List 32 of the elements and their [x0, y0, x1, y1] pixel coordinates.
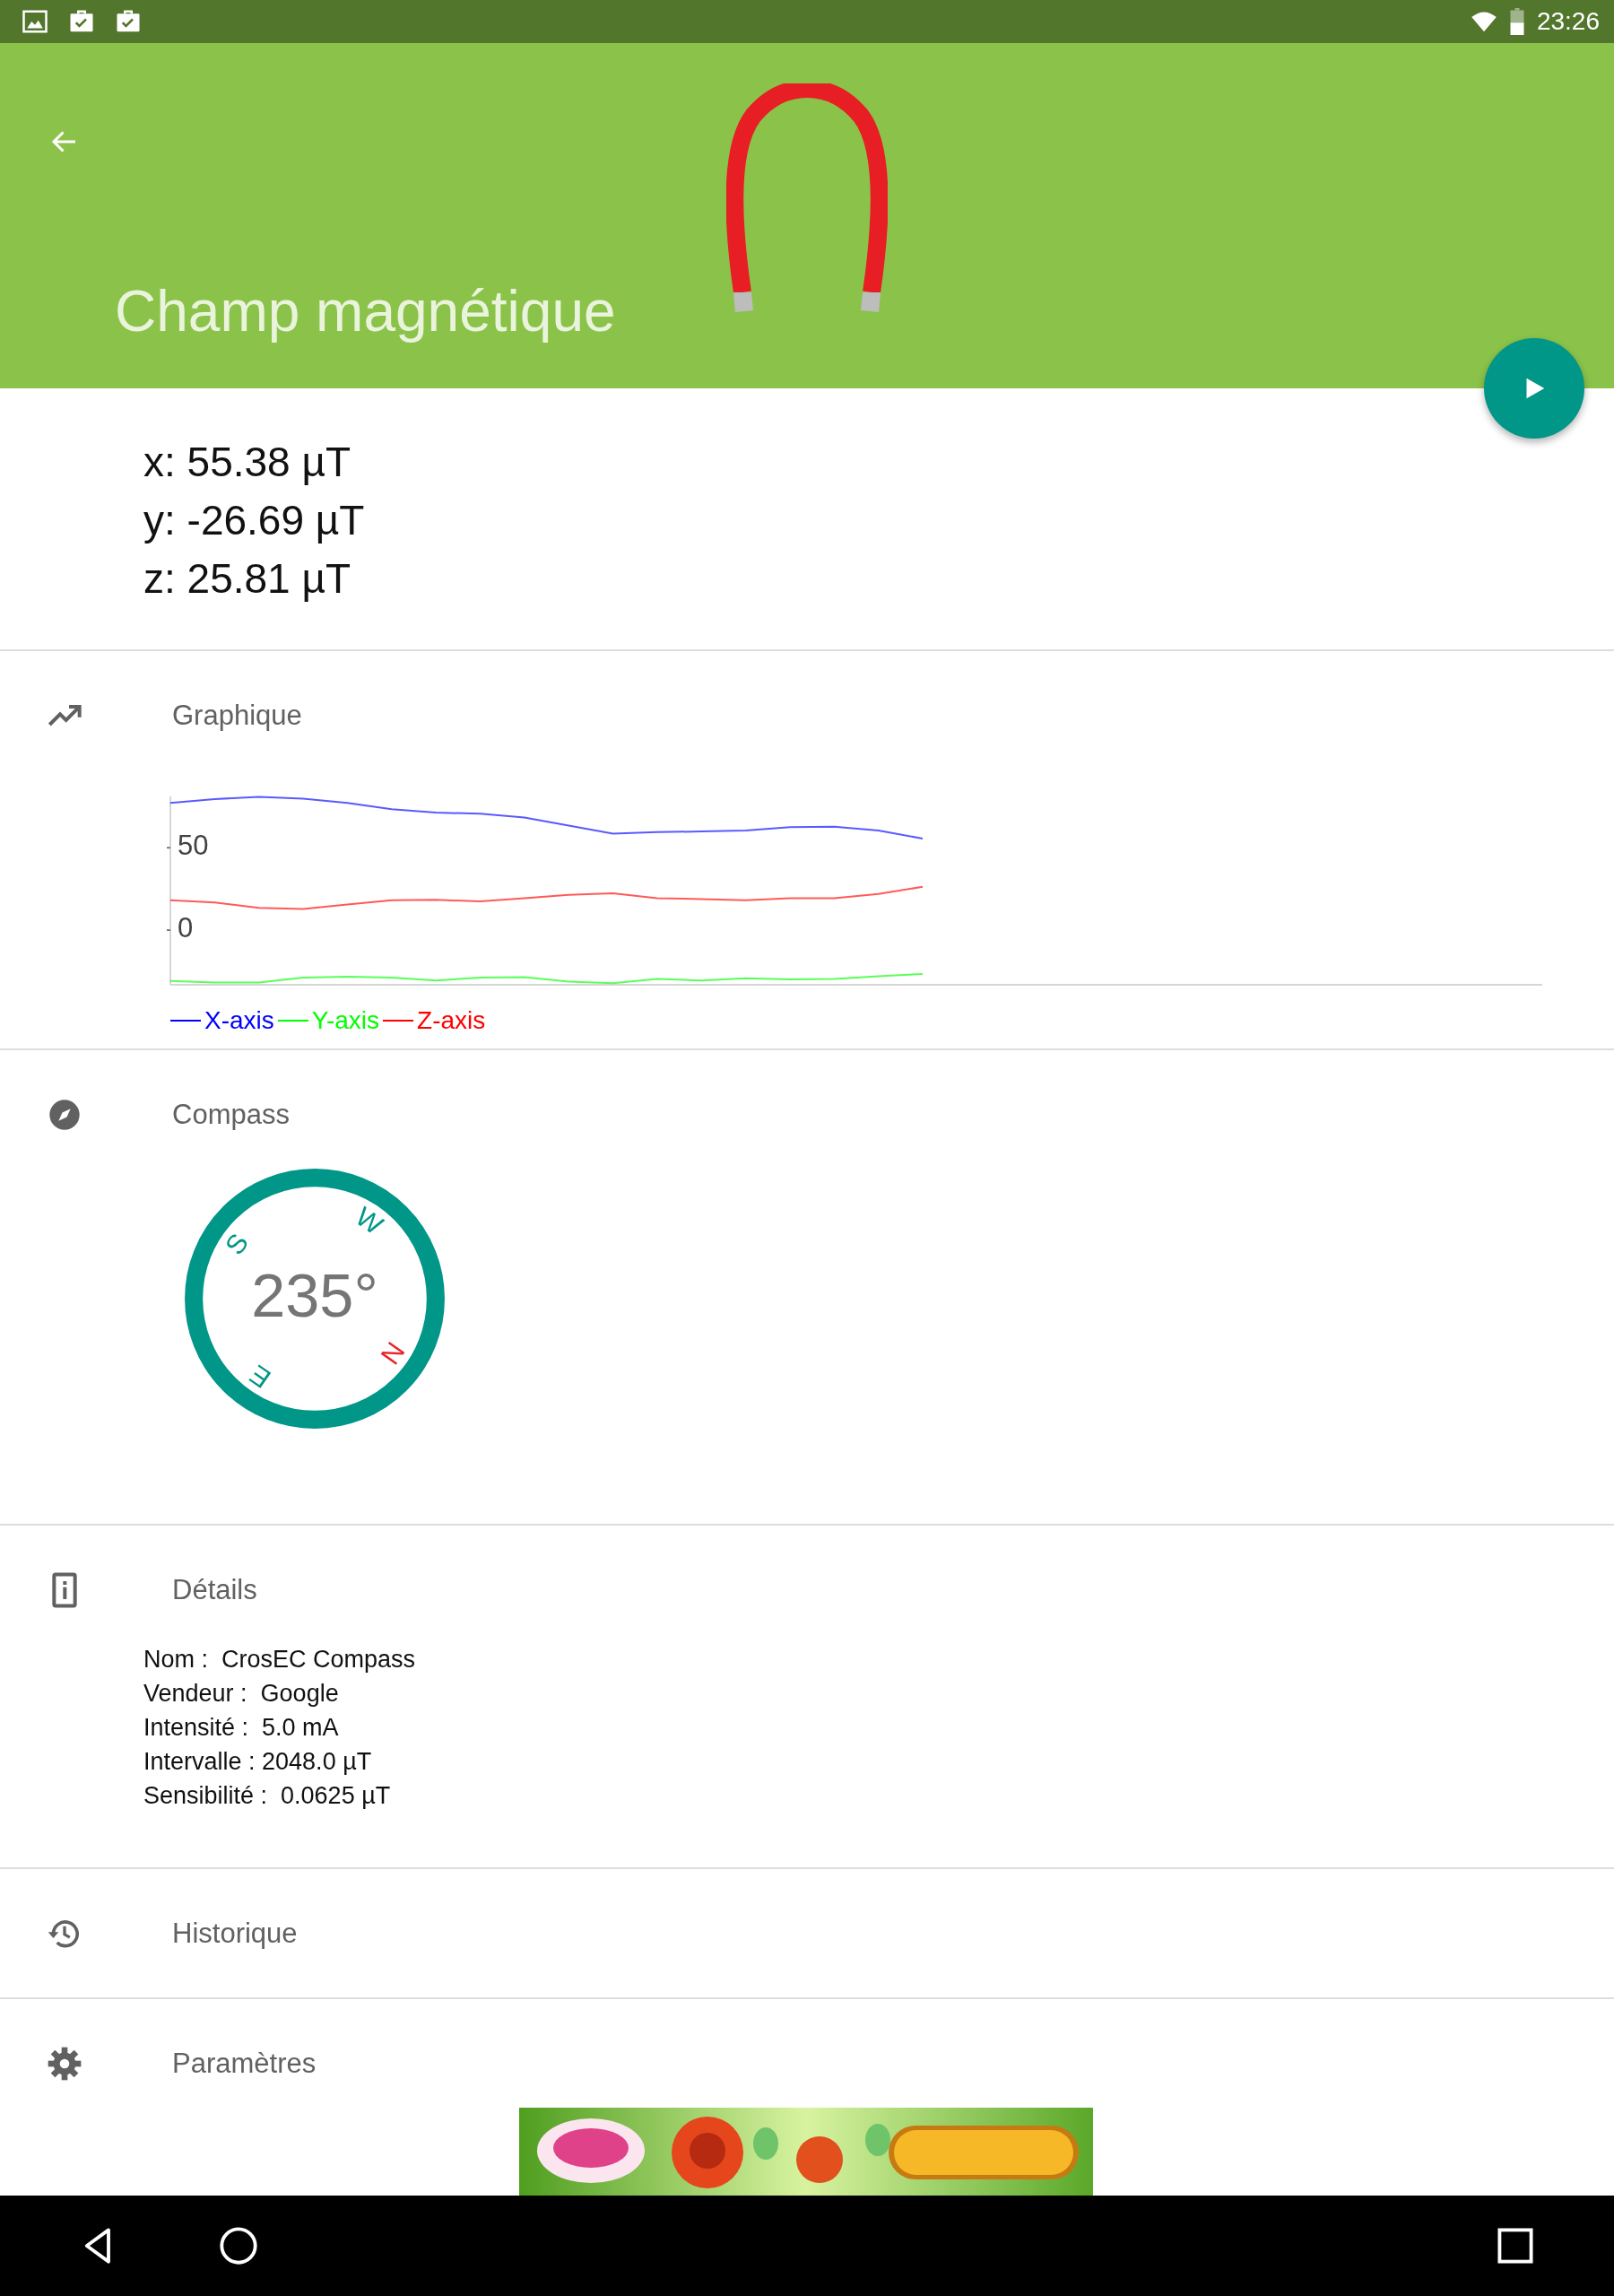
legend-label: Y-axis: [311, 1006, 380, 1035]
field-reading: x: 55.38 µT: [143, 438, 352, 487]
square-icon[interactable]: [1496, 2226, 1535, 2266]
y-tick-label: 50: [178, 830, 209, 862]
section-title: Graphique: [172, 700, 302, 732]
clock-time: 23:26: [1536, 7, 1600, 36]
section-title[interactable]: Paramètres: [172, 2048, 317, 2080]
image-icon: [22, 8, 48, 35]
detail-line: Intervalle : 2048.0 µT: [143, 1747, 373, 1777]
detail-line: Vendeur : Google: [143, 1679, 340, 1709]
heading-value: 235°: [251, 1261, 378, 1331]
direction-letter: S: [219, 1228, 255, 1260]
home-circle-icon[interactable]: [219, 2226, 258, 2266]
detail-line: Intensité : 5.0 mA: [143, 1713, 340, 1743]
play-button[interactable]: [1484, 338, 1584, 439]
legend-label: X-axis: [204, 1006, 274, 1035]
y-tick-label: 0: [178, 912, 194, 944]
direction-letter: N: [375, 1336, 411, 1370]
section-title[interactable]: Historique: [172, 1918, 298, 1950]
battery-icon: [1509, 8, 1524, 35]
page-title: Champ magnétique: [115, 278, 616, 344]
detail-line: Nom : CrosEC Compass: [143, 1645, 417, 1674]
field-reading: y: -26.69 µT: [143, 496, 366, 545]
compass-icon: [47, 1097, 82, 1133]
field-reading: z: 25.81 µT: [143, 554, 352, 604]
section-title: Détails: [172, 1574, 257, 1606]
detail-line: Sensibilité : 0.0625 µT: [143, 1781, 392, 1811]
section-title: Compass: [172, 1099, 290, 1131]
legend-label: Z-axis: [417, 1006, 486, 1035]
direction-letter: W: [350, 1201, 389, 1240]
settings-icon: [47, 2046, 82, 2082]
direction-letter: E: [244, 1359, 276, 1395]
